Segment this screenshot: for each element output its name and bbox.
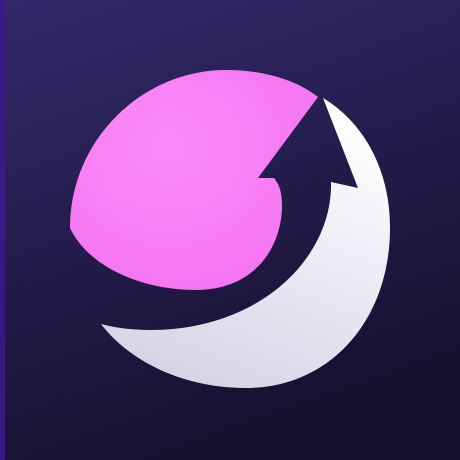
icon-edge-accent — [0, 0, 5, 460]
app-icon — [0, 0, 460, 460]
app-icon-graphic — [0, 0, 460, 460]
